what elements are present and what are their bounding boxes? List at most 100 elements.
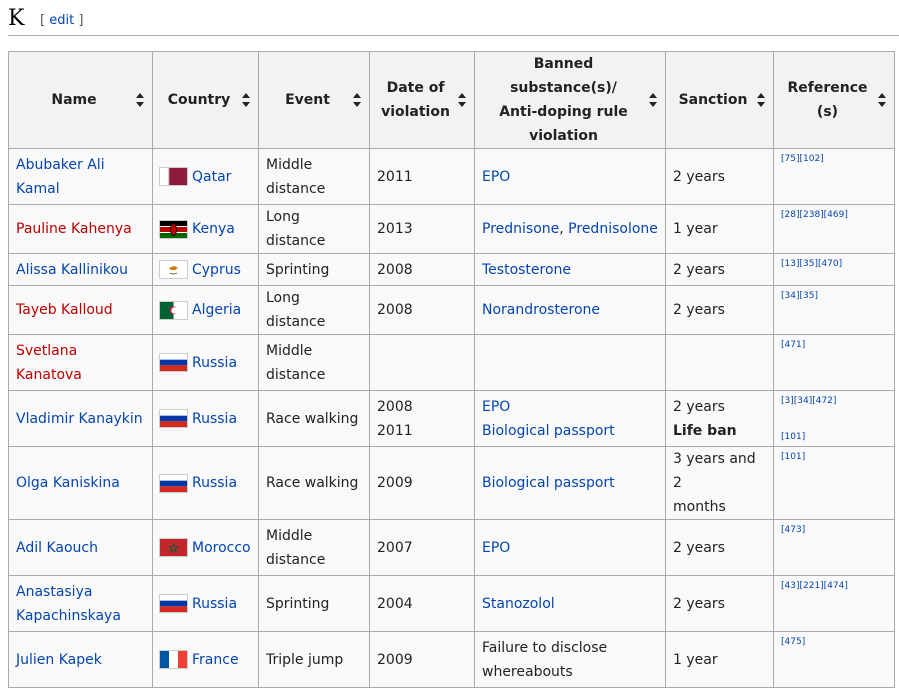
reference-link[interactable]: [3][34][472] bbox=[781, 395, 836, 407]
substance-cell: EPO bbox=[474, 148, 666, 205]
country-cell: Qatar bbox=[152, 148, 259, 205]
country-link[interactable]: Russia bbox=[192, 411, 237, 427]
section-heading: K [ edit ] bbox=[8, 4, 899, 36]
edit-section-link[interactable]: [ edit ] bbox=[40, 13, 83, 28]
reference-link[interactable]: [43][221][474] bbox=[781, 580, 848, 592]
date-cell: 2008 bbox=[369, 253, 475, 286]
event-cell: Race walking bbox=[258, 390, 370, 447]
sanction-cell: 2 years bbox=[665, 148, 774, 205]
column-header-event[interactable]: Event bbox=[258, 51, 370, 149]
kenya-flag-icon bbox=[160, 220, 187, 238]
column-header-substance[interactable]: Banned substance(s)/Anti-doping rule viol… bbox=[474, 51, 666, 149]
sort-icon[interactable] bbox=[136, 93, 144, 107]
substance-cell: Failure to disclose whereabouts bbox=[474, 631, 666, 688]
sort-icon[interactable] bbox=[458, 93, 466, 107]
athlete-name-link[interactable]: Tayeb Kalloud bbox=[16, 302, 113, 318]
athlete-name-cell: Tayeb Kalloud bbox=[8, 285, 153, 335]
table-row: Alissa Kallinikou Cyprus Sprinting 2008 … bbox=[8, 253, 895, 286]
substance-link[interactable]: Biological passport bbox=[482, 475, 615, 491]
doping-cases-table: Name Country Event Date of violation Bann… bbox=[8, 51, 895, 688]
substance-link[interactable]: Testosterone bbox=[482, 262, 571, 278]
substance-link[interactable]: Biological passport bbox=[482, 423, 615, 439]
country-link[interactable]: Algeria bbox=[192, 302, 241, 318]
reference-cell: [471] bbox=[773, 334, 895, 391]
event-cell: Sprinting bbox=[258, 253, 370, 286]
substance-link[interactable]: EPO bbox=[482, 399, 510, 415]
athlete-name-cell: Olga Kaniskina bbox=[8, 446, 153, 520]
reference-cell: [28][238][469] bbox=[773, 204, 895, 254]
reference-link[interactable]: [471] bbox=[781, 339, 805, 351]
reference-cell: [13][35][470] bbox=[773, 253, 895, 286]
reference-link[interactable]: [101] bbox=[781, 431, 805, 443]
reference-link[interactable]: [101] bbox=[781, 451, 805, 463]
country-link[interactable]: Russia bbox=[192, 355, 237, 371]
country-link[interactable]: Morocco bbox=[192, 540, 251, 556]
athlete-name-link[interactable]: Pauline Kahenya bbox=[16, 221, 132, 237]
country-link[interactable]: Qatar bbox=[192, 169, 231, 185]
event-cell: Sprinting bbox=[258, 575, 370, 632]
country-link[interactable]: Russia bbox=[192, 475, 237, 491]
column-header-date[interactable]: Date of violation bbox=[369, 51, 475, 149]
athlete-name-link[interactable]: Olga Kaniskina bbox=[16, 475, 120, 491]
athlete-name-link[interactable]: Adil Kaouch bbox=[16, 540, 98, 556]
country-link[interactable]: Cyprus bbox=[192, 262, 241, 278]
athlete-name-link[interactable]: Vladimir Kanaykin bbox=[16, 411, 143, 427]
sort-icon[interactable] bbox=[878, 93, 886, 107]
reference-link[interactable]: [473] bbox=[781, 524, 805, 536]
athlete-name-link[interactable]: Svetlana Kanatova bbox=[16, 343, 82, 383]
sanction-cell: 1 year bbox=[665, 204, 774, 254]
reference-link[interactable]: [75][102] bbox=[781, 153, 824, 165]
qatar-flag-icon bbox=[160, 168, 187, 185]
substance-cell: EPO Biological passport bbox=[474, 390, 666, 447]
sanction-cell: 2 years Life ban bbox=[665, 390, 774, 447]
athlete-name-cell: Adil Kaouch bbox=[8, 519, 153, 576]
athlete-name-link[interactable]: Julien Kapek bbox=[16, 652, 102, 668]
column-header-name[interactable]: Name bbox=[8, 51, 153, 149]
column-header-reference[interactable]: Reference (s) bbox=[773, 51, 895, 149]
sanction-cell: 2 years bbox=[665, 575, 774, 632]
sort-icon[interactable] bbox=[242, 93, 250, 107]
sort-icon[interactable] bbox=[353, 93, 361, 107]
athlete-name-cell: Anastasiya Kapachinskaya bbox=[8, 575, 153, 632]
athlete-name-link[interactable]: Alissa Kallinikou bbox=[16, 262, 128, 278]
reference-link[interactable]: [34][35] bbox=[781, 290, 818, 302]
column-header-sanction[interactable]: Sanction bbox=[665, 51, 774, 149]
athlete-name-link[interactable]: Anastasiya Kapachinskaya bbox=[16, 584, 121, 624]
sanction-cell: 2 years bbox=[665, 519, 774, 576]
cyprus-flag-icon bbox=[160, 261, 187, 278]
substance-link[interactable]: EPO bbox=[482, 540, 510, 556]
substance-link[interactable]: EPO bbox=[482, 169, 510, 185]
table-row: Anastasiya Kapachinskaya Russia Sprinting… bbox=[8, 575, 895, 632]
country-link[interactable]: Russia bbox=[192, 596, 237, 612]
reference-cell: [43][221][474] bbox=[773, 575, 895, 632]
substance-link[interactable]: Norandrosterone bbox=[482, 302, 600, 318]
date-cell: 2004 bbox=[369, 575, 475, 632]
country-cell: Russia bbox=[152, 334, 259, 391]
reference-cell: [75][102] bbox=[773, 148, 895, 205]
reference-cell: [475] bbox=[773, 631, 895, 688]
substance-link[interactable]: Stanozolol bbox=[482, 596, 555, 612]
france-flag-icon bbox=[160, 651, 187, 668]
event-cell: Triple jump bbox=[258, 631, 370, 688]
header-row: Name Country Event Date of violation Bann… bbox=[8, 51, 895, 149]
country-link[interactable]: Kenya bbox=[192, 221, 235, 237]
date-cell: 2009 bbox=[369, 631, 475, 688]
athlete-name-link[interactable]: Abubaker Ali Kamal bbox=[16, 157, 105, 197]
morocco-flag-icon bbox=[160, 539, 187, 556]
date-cell: 2013 bbox=[369, 204, 475, 254]
athlete-name-cell: Pauline Kahenya bbox=[8, 204, 153, 254]
substance-link[interactable]: Prednisone bbox=[482, 221, 559, 237]
substance-link[interactable]: Prednisolone bbox=[568, 221, 658, 237]
column-header-country[interactable]: Country bbox=[152, 51, 259, 149]
sort-icon[interactable] bbox=[757, 93, 765, 107]
reference-link[interactable]: [28][238][469] bbox=[781, 209, 848, 221]
athlete-name-cell: Svetlana Kanatova bbox=[8, 334, 153, 391]
date-cell bbox=[369, 334, 475, 391]
edit-link[interactable]: edit bbox=[49, 13, 74, 28]
event-cell: Middle distance bbox=[258, 334, 370, 391]
country-link[interactable]: France bbox=[192, 652, 239, 668]
reference-link[interactable]: [475] bbox=[781, 636, 805, 648]
reference-cell: [3][34][472] [101] bbox=[773, 390, 895, 447]
sort-icon[interactable] bbox=[649, 93, 657, 107]
reference-link[interactable]: [13][35][470] bbox=[781, 258, 842, 270]
